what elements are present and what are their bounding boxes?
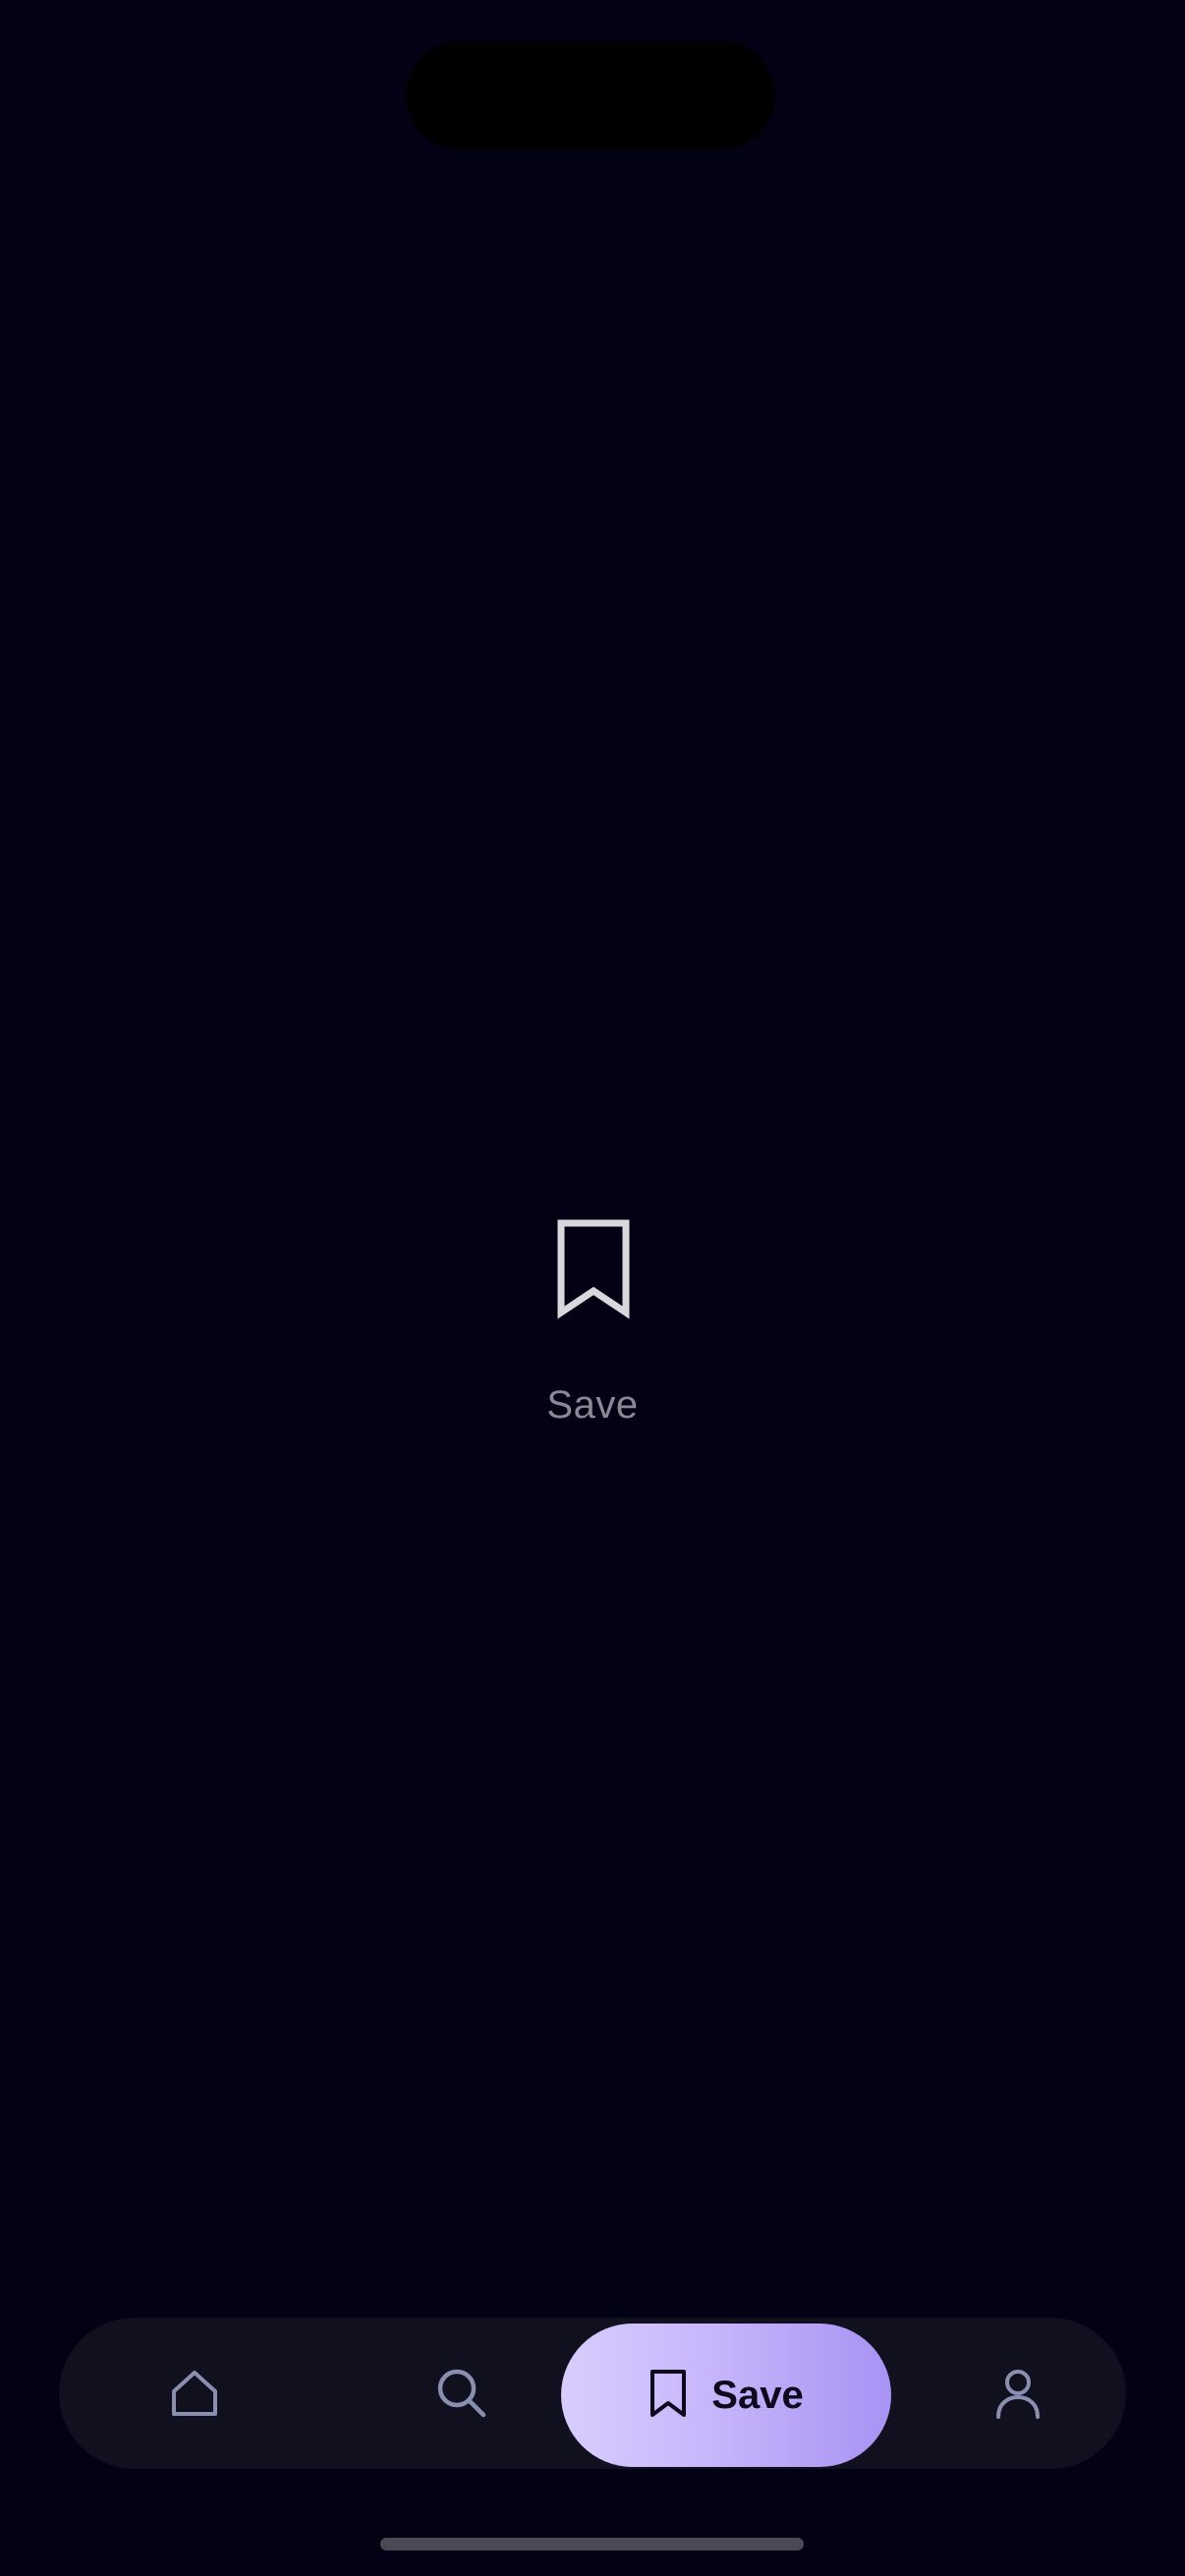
search-icon: [435, 2367, 488, 2420]
dynamic-island: [406, 41, 775, 149]
empty-state: Save: [0, 1218, 1185, 1444]
screen: Save Save: [0, 0, 1185, 2576]
tab-save[interactable]: Save: [561, 2324, 891, 2467]
tab-profile[interactable]: [961, 2318, 1074, 2469]
profile-icon: [994, 2367, 1042, 2420]
home-icon: [169, 2368, 220, 2419]
bookmark-icon: [649, 2368, 688, 2424]
home-indicator: [380, 2538, 804, 2550]
tab-search[interactable]: [405, 2318, 518, 2469]
bookmark-icon: [556, 1218, 631, 1320]
empty-state-label: Save: [546, 1383, 639, 1427]
tab-home[interactable]: [138, 2318, 251, 2469]
tab-bar: Save: [59, 2318, 1126, 2469]
tab-save-label: Save: [711, 2373, 804, 2417]
